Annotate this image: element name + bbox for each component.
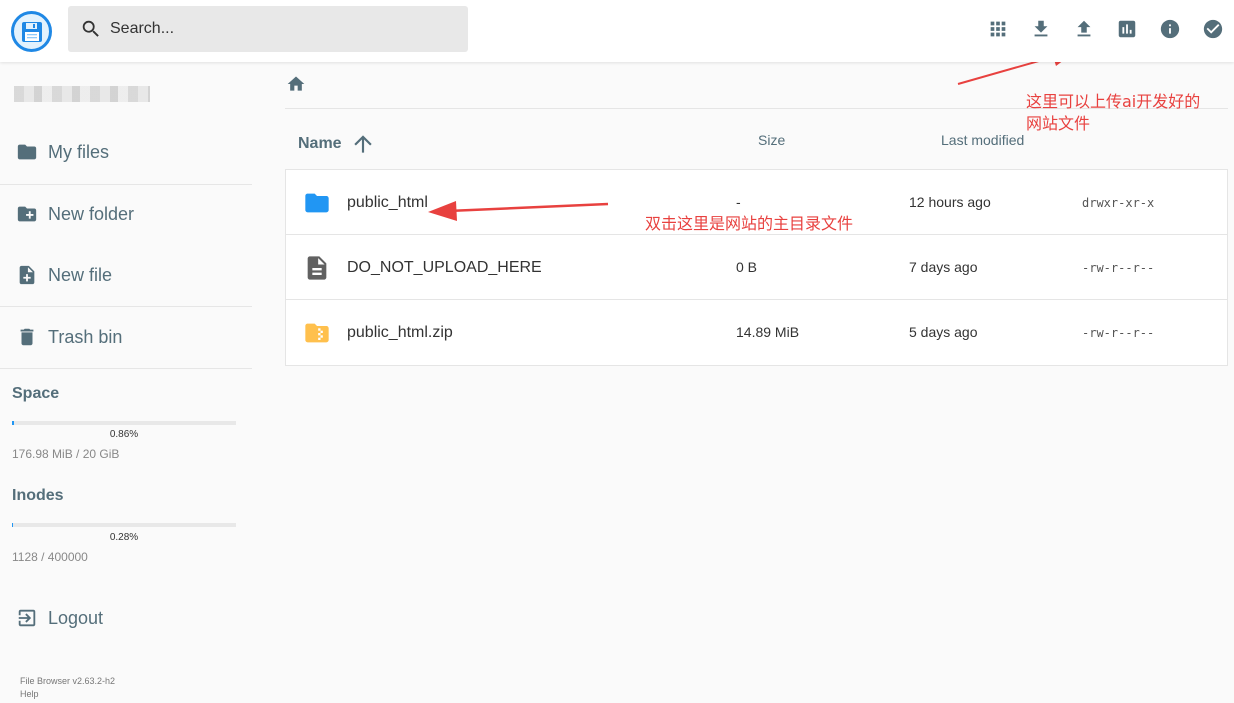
file-modified: 7 days ago — [909, 259, 978, 275]
column-header-size[interactable]: Size — [758, 132, 785, 148]
sidebar: My files New folder New file Trash bin S… — [0, 62, 252, 703]
upload-annotation: 这里可以上传ai开发好的 网站文件 — [1026, 91, 1200, 135]
space-usage: 176.98 MiB / 20 GiB — [12, 447, 120, 461]
note-add-icon — [19, 265, 35, 285]
select-multiple-button[interactable] — [1202, 17, 1224, 41]
check-circle-icon — [1203, 19, 1223, 39]
search-input[interactable] — [110, 20, 450, 38]
folder-icon — [305, 193, 329, 213]
trash-icon — [20, 328, 34, 346]
info-button[interactable] — [1159, 17, 1181, 41]
view-grid-icon — [990, 21, 1006, 37]
space-progress-bar — [12, 421, 236, 425]
file-size: 0 B — [736, 259, 758, 275]
search-icon — [82, 20, 99, 37]
space-percent: 0.86% — [109, 429, 139, 440]
sidebar-item-label: Trash bin — [48, 326, 123, 347]
inodes-progress-bar — [12, 523, 236, 527]
sidebar-item-logout[interactable]: Logout — [0, 588, 252, 648]
search-box[interactable] — [68, 6, 468, 52]
upload-button[interactable] — [1073, 17, 1095, 41]
file-list: public_html - 12 hours ago drwxr-xr-x DO… — [285, 169, 1228, 366]
file-permissions: -rw-r--r-- — [1082, 261, 1155, 275]
version-text: File Browser v2.63.2-h2 — [20, 676, 116, 686]
file-row-public-html-zip[interactable]: public_html.zip 14.89 MiB 5 days ago -rw… — [286, 300, 1227, 365]
file-permissions: -rw-r--r-- — [1082, 326, 1155, 340]
file-row-do-not-upload[interactable]: DO_NOT_UPLOAD_HERE 0 B 7 days ago -rw-r-… — [286, 235, 1227, 300]
folder-annotation: 双击这里是网站的主目录文件 — [645, 214, 854, 233]
file-size: 14.89 MiB — [736, 324, 800, 340]
file-name: public_html — [347, 194, 428, 211]
sidebar-item-label: New folder — [48, 203, 135, 224]
file-modified: 12 hours ago — [909, 194, 991, 210]
app-logo[interactable] — [11, 11, 52, 52]
info-icon — [1160, 19, 1180, 39]
zip-folder-icon — [305, 323, 329, 343]
file-icon — [307, 256, 327, 280]
column-name-label: Name — [298, 135, 342, 152]
switch-view-button[interactable] — [987, 17, 1009, 41]
help-link[interactable]: Help — [20, 689, 39, 699]
upload-note-line2: 网站文件 — [1026, 114, 1091, 133]
space-progress-fill — [12, 421, 14, 425]
stats-icon — [1118, 20, 1136, 38]
sidebar-item-my-files[interactable]: My files — [0, 122, 252, 182]
logout-icon — [18, 609, 36, 627]
inodes-usage: 1128 / 400000 — [12, 550, 88, 564]
space-label: Space — [12, 385, 60, 402]
upload-icon — [1077, 20, 1091, 37]
floppy-disk-icon — [21, 21, 42, 42]
blurred-username — [14, 86, 150, 102]
create-folder-icon — [17, 206, 37, 222]
file-modified: 5 days ago — [909, 324, 978, 340]
file-permissions: drwxr-xr-x — [1082, 196, 1155, 210]
column-header-modified[interactable]: Last modified — [941, 132, 1024, 148]
header-actions — [987, 17, 1234, 41]
file-name: public_html.zip — [347, 324, 453, 341]
inodes-progress-fill — [12, 523, 13, 527]
sidebar-item-new-folder[interactable]: New folder — [0, 184, 252, 244]
breadcrumb-home[interactable] — [286, 74, 306, 94]
zip-icon-wrap — [303, 319, 331, 347]
column-header-name[interactable]: Name — [298, 131, 376, 157]
inodes-percent: 0.28% — [109, 532, 139, 543]
download-icon — [1034, 20, 1048, 37]
sidebar-item-label: New file — [48, 264, 113, 285]
file-icon-wrap — [303, 254, 331, 282]
folder-icon — [17, 144, 37, 160]
folder-icon-wrap — [303, 189, 331, 217]
sidebar-item-new-file[interactable]: New file — [0, 245, 252, 305]
file-name: DO_NOT_UPLOAD_HERE — [347, 259, 542, 276]
home-icon — [287, 76, 305, 91]
sidebar-item-label: My files — [48, 141, 110, 162]
header — [0, 0, 1234, 62]
download-button[interactable] — [1030, 17, 1052, 41]
upload-note-line1: 这里可以上传ai开发好的 — [1026, 92, 1201, 111]
divider — [0, 368, 252, 369]
file-size: - — [736, 194, 741, 210]
inodes-label: Inodes — [12, 487, 64, 504]
stats-button[interactable] — [1116, 17, 1138, 41]
sidebar-item-trash[interactable]: Trash bin — [0, 307, 252, 367]
sidebar-item-label: Logout — [48, 607, 104, 628]
arrow-up-icon — [353, 135, 372, 153]
